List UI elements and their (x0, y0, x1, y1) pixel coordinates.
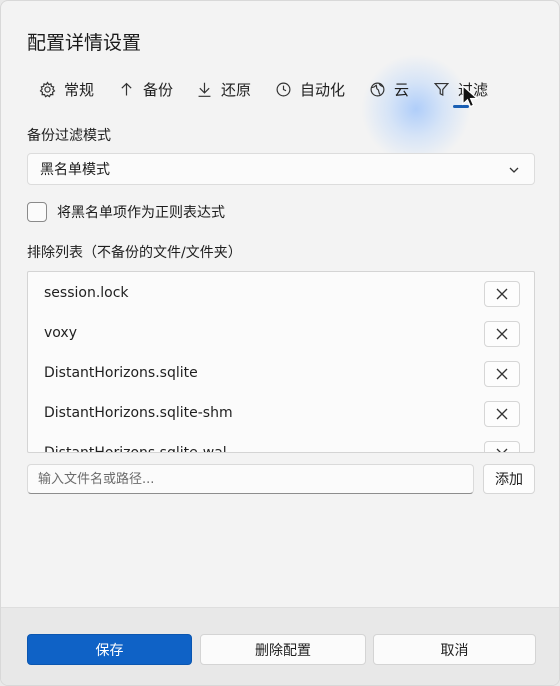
list-item-name: DistantHorizons.sqlite-shm (44, 405, 233, 421)
remove-item-button[interactable] (484, 281, 520, 307)
tab-automation-label: 自动化 (300, 80, 346, 99)
tab-cloud-label: 云 (394, 80, 410, 99)
exclude-list-label: 排除列表（不备份的文件/文件夹） (27, 245, 242, 261)
dialog-title: 配置详情设置 (27, 32, 142, 54)
close-icon (496, 408, 508, 420)
tab-general[interactable]: 常规 (39, 71, 94, 107)
remove-item-button[interactable] (484, 441, 520, 452)
arrow-up-icon (121, 82, 132, 95)
list-item: DistantHorizons.sqlite (28, 353, 534, 393)
save-button[interactable]: 保存 (27, 634, 192, 665)
cancel-button[interactable]: 取消 (373, 634, 536, 665)
arrow-down-icon (198, 82, 211, 97)
list-item: session.lock (28, 273, 534, 313)
filter-mode-value: 黑名单模式 (40, 162, 110, 178)
remove-item-button[interactable] (484, 361, 520, 387)
gear-icon (39, 80, 56, 98)
regex-option[interactable]: 将黑名单项作为正则表达式 (27, 202, 225, 222)
tab-backup-label: 备份 (143, 80, 174, 99)
list-item-name: DistantHorizons.sqlite (44, 365, 198, 381)
tab-restore[interactable]: 还原 (196, 71, 251, 107)
filter-mode-label: 备份过滤模式 (27, 128, 111, 144)
list-item-name: session.lock (44, 285, 129, 301)
close-icon (496, 448, 508, 452)
path-input[interactable] (27, 464, 474, 494)
list-item: DistantHorizons.sqlite-shm (28, 393, 534, 433)
dialog-footer: 保存 删除配置 取消 (1, 607, 559, 685)
remove-item-button[interactable] (484, 321, 520, 347)
add-button[interactable]: 添加 (483, 464, 535, 494)
clock-icon (276, 82, 291, 96)
remove-item-button[interactable] (484, 401, 520, 427)
chevron-down-icon (509, 167, 519, 173)
filter-icon (433, 82, 450, 96)
list-item: voxy (28, 313, 534, 353)
list-item: DistantHorizons.sqlite-wal (28, 433, 534, 453)
close-icon (496, 368, 508, 380)
list-item-name: DistantHorizons.sqlite-wal (44, 445, 227, 453)
list-item-name: voxy (44, 325, 77, 341)
close-icon (496, 328, 508, 340)
regex-checkbox-label: 将黑名单项作为正则表达式 (57, 205, 225, 221)
mouse-cursor-icon (462, 85, 479, 108)
globe-icon (370, 82, 385, 96)
filter-mode-select[interactable]: 黑名单模式 (27, 153, 535, 185)
delete-config-button[interactable]: 删除配置 (200, 634, 366, 665)
tab-backup[interactable]: 备份 (118, 71, 173, 107)
exclude-list[interactable]: session.lock voxy DistantHorizons.sqlite… (27, 271, 535, 453)
tab-general-label: 常规 (64, 80, 95, 99)
tab-cloud[interactable]: 云 (369, 71, 409, 107)
tab-restore-label: 还原 (221, 80, 252, 99)
config-detail-dialog: 配置详情设置 常规 备份 还原 自动化 云 过滤 备份过滤模式 黑名单模式 将黑… (0, 0, 560, 686)
tab-automation[interactable]: 自动化 (275, 71, 345, 107)
regex-checkbox[interactable] (27, 202, 47, 222)
close-icon (496, 288, 508, 300)
